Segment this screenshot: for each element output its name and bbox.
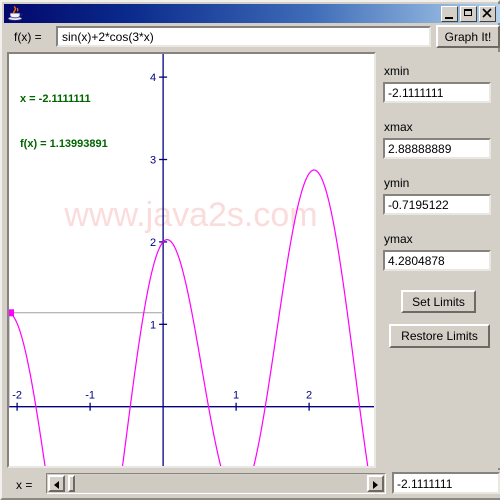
maximize-button[interactable]: [460, 5, 477, 22]
xmax-label: xmax: [384, 120, 413, 134]
scrollbar-thumb[interactable]: [68, 475, 75, 492]
formula-bar: f(x) = sin(x)+2*cos(3*x) Graph It!: [4, 25, 500, 50]
restore-limits-button[interactable]: Restore Limits: [389, 324, 490, 348]
svg-text:2: 2: [150, 237, 156, 249]
java-coffee-cup-icon: [7, 5, 25, 22]
plot-panel[interactable]: www.java2s.com -2 -1 1 2 1 2 3 4 x = -2.1111111…: [7, 52, 376, 468]
set-limits-button[interactable]: Set Limits: [401, 290, 476, 313]
limits-panel: xmin -2.1111111 xmax 2.88888889 ymin -0.…: [380, 52, 500, 468]
window-controls: [441, 5, 496, 22]
coordinate-readout: x = -2.1111111 f(x) = 1.13993891: [20, 62, 108, 182]
app-window: f(x) = sin(x)+2*cos(3*x) Graph It! www.j…: [0, 0, 500, 500]
x-value-input[interactable]: -2.1111111: [392, 472, 500, 494]
close-button[interactable]: [479, 5, 496, 22]
function-input[interactable]: sin(x)+2*cos(3*x): [56, 26, 431, 47]
svg-text:-1: -1: [85, 390, 95, 402]
xmin-label: xmin: [384, 64, 410, 78]
watermark-text: www.java2s.com: [63, 196, 317, 234]
point-marker: [9, 309, 14, 317]
x-scrollbar[interactable]: [46, 473, 386, 494]
scrollbar-track[interactable]: [76, 475, 366, 492]
ymax-label: ymax: [384, 232, 413, 246]
title-bar: [4, 4, 500, 23]
readout-x: x = -2.1111111: [20, 93, 91, 105]
svg-text:3: 3: [150, 155, 156, 167]
minimize-button[interactable]: [441, 5, 458, 22]
svg-text:2: 2: [306, 390, 312, 402]
readout-fx: f(x) = 1.13993891: [20, 138, 108, 150]
svg-text:1: 1: [150, 319, 156, 331]
arrow-left-icon[interactable]: [48, 475, 65, 492]
xmax-input[interactable]: 2.88888889: [383, 138, 491, 159]
svg-text:-2: -2: [12, 390, 22, 402]
svg-text:4: 4: [150, 72, 156, 84]
svg-text:1: 1: [233, 390, 239, 402]
ymin-input[interactable]: -0.7195122: [383, 194, 491, 215]
xmin-input[interactable]: -2.1111111: [383, 82, 491, 103]
x-value-label: x =: [16, 478, 33, 492]
bottom-bar: x = -2.1111111: [4, 470, 500, 498]
graph-it-button[interactable]: Graph It!: [436, 25, 500, 48]
ymin-label: ymin: [384, 176, 410, 190]
ymax-input[interactable]: 4.2804878: [383, 250, 491, 271]
arrow-right-icon[interactable]: [367, 475, 384, 492]
fx-label: f(x) =: [14, 30, 42, 44]
